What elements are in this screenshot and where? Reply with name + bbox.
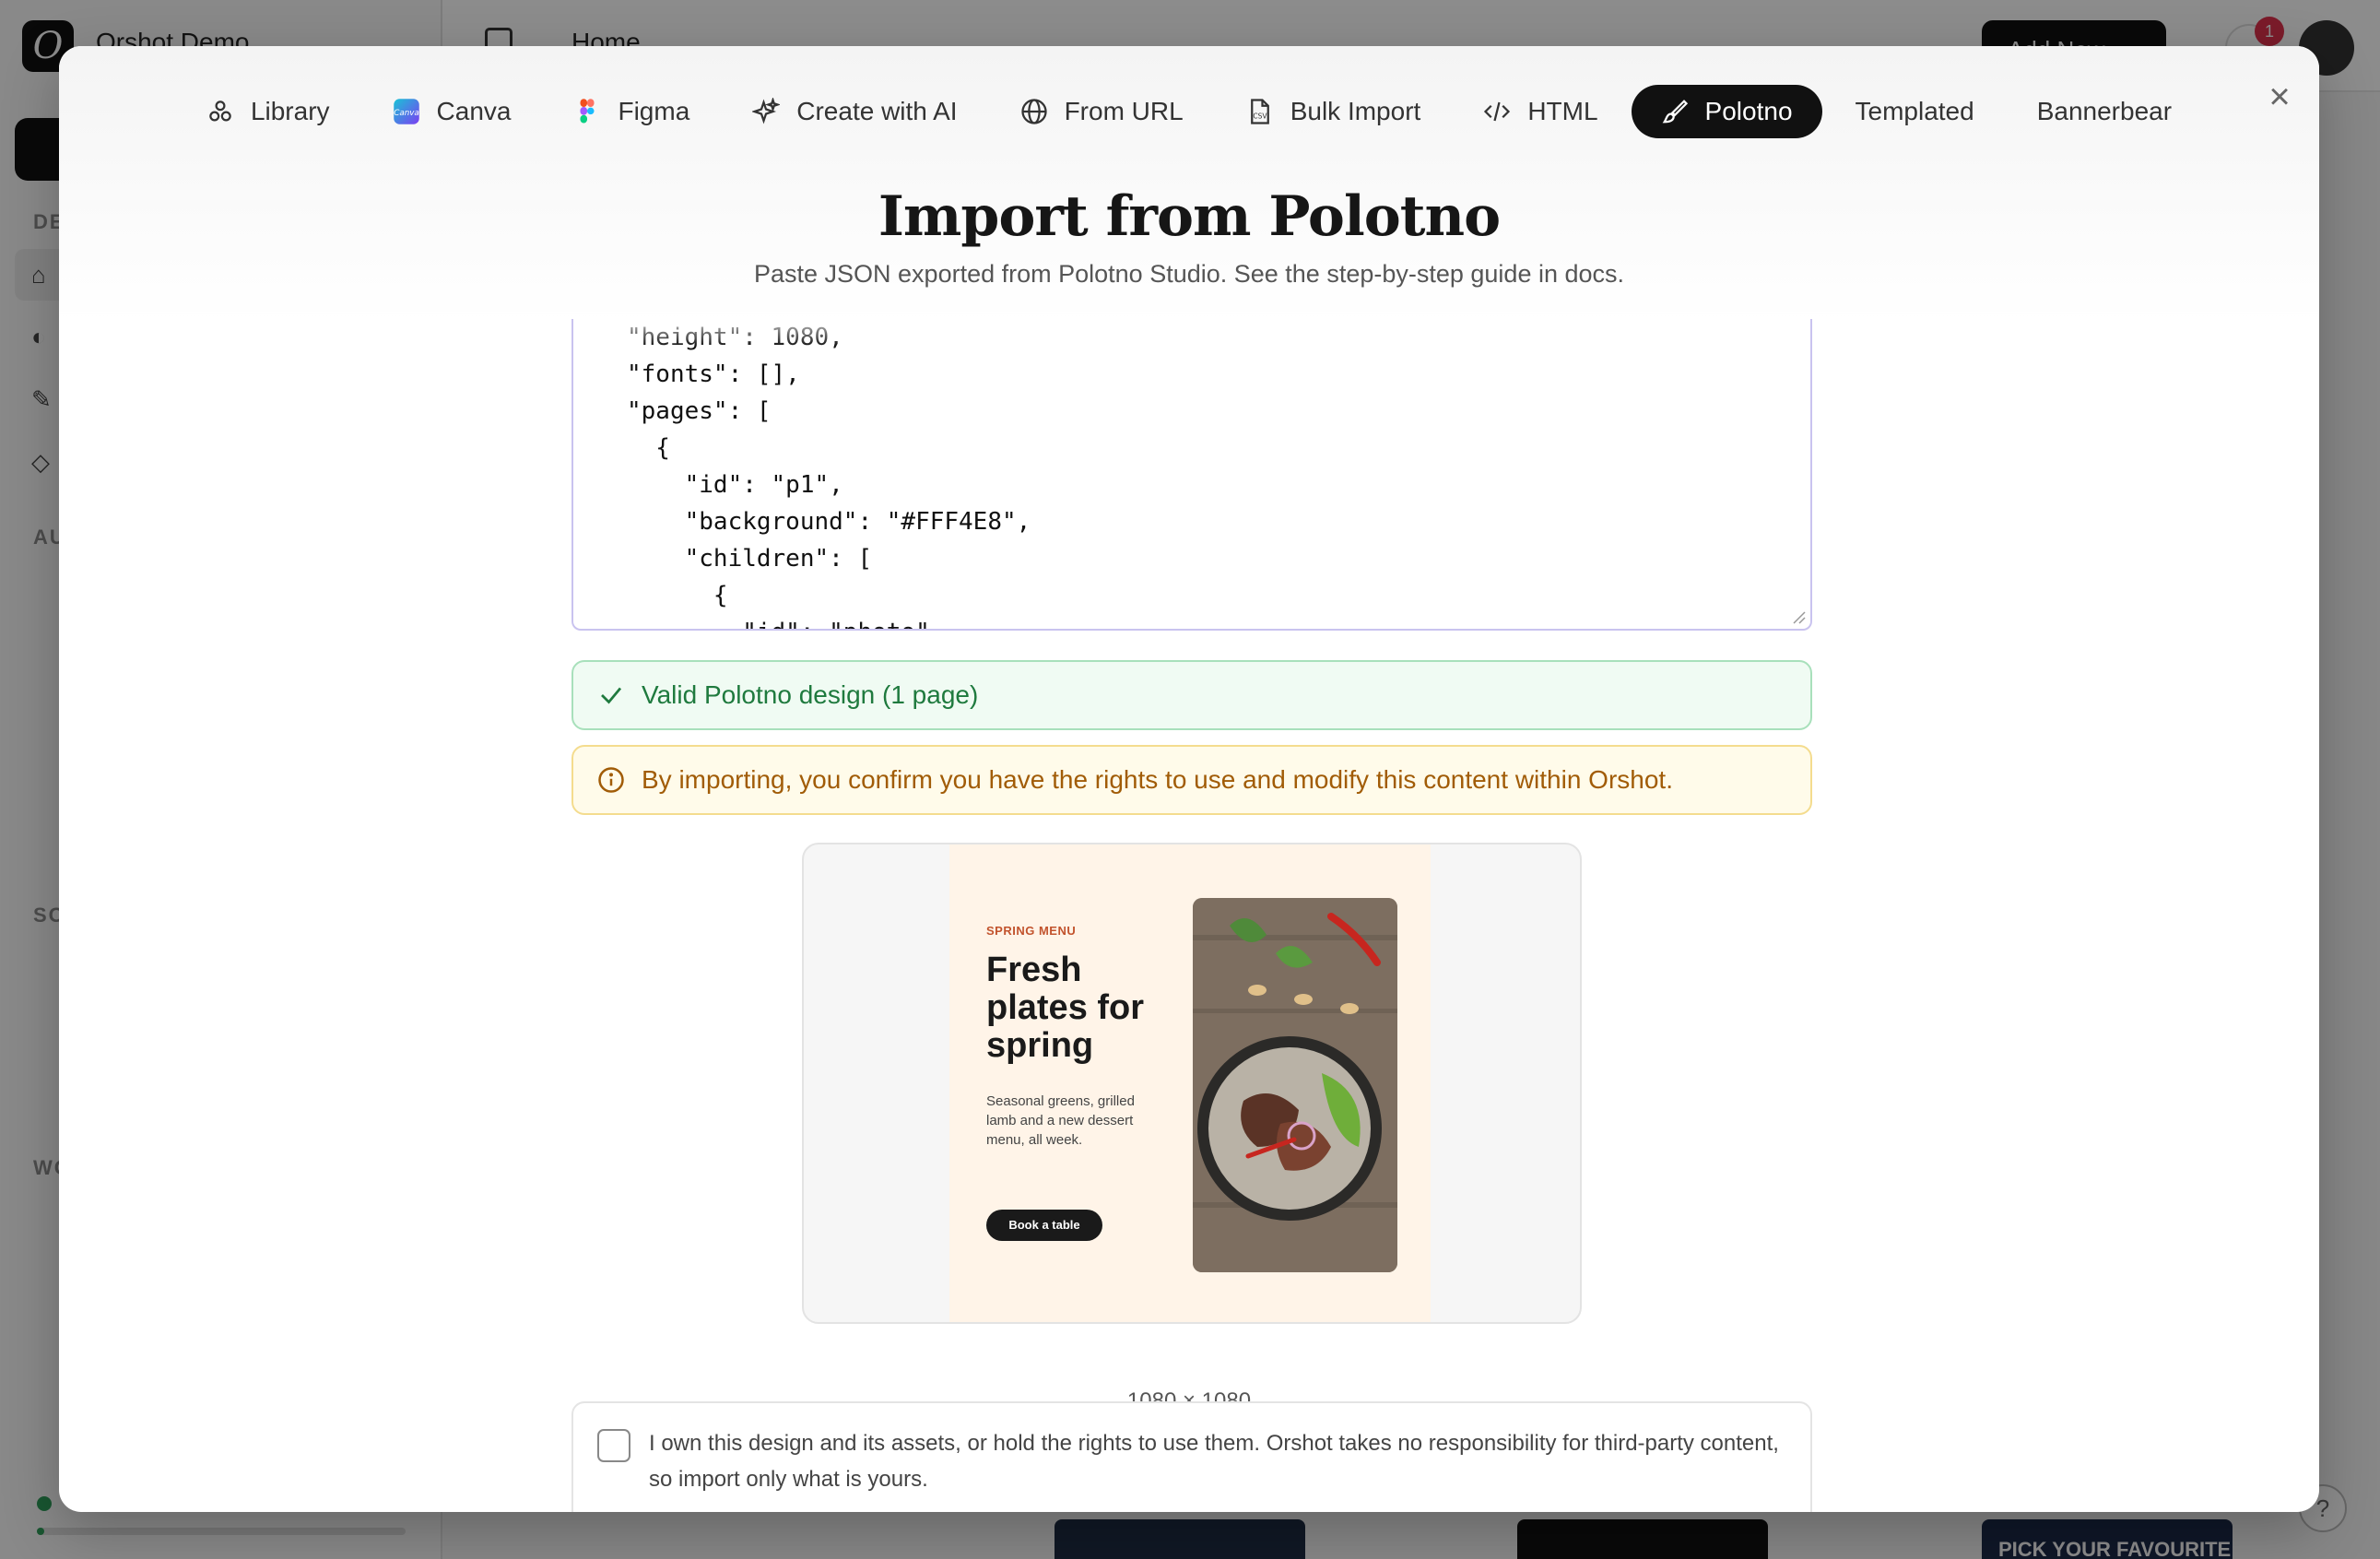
- design-canvas: SPRING MENU Fresh plates for spring Seas…: [949, 844, 1431, 1322]
- design-preview: SPRING MENU Fresh plates for spring Seas…: [802, 843, 1582, 1324]
- consent-label[interactable]: I own this design and its assets, or hol…: [649, 1425, 1783, 1497]
- tab-canva[interactable]: Canva Canva: [363, 85, 541, 138]
- tab-label: Create with AI: [796, 97, 958, 125]
- consent-checkbox[interactable]: [597, 1429, 630, 1462]
- sparkle-icon: [752, 98, 781, 125]
- info-icon: [598, 767, 624, 793]
- svg-text:Canva: Canva: [394, 109, 419, 118]
- design-eyebrow: SPRING MENU: [986, 924, 1077, 938]
- tab-library[interactable]: Library: [177, 85, 359, 138]
- json-content: "height": 1080, "fonts": [], "pages": [ …: [627, 324, 1031, 629]
- canva-icon: Canva: [393, 98, 420, 125]
- figma-icon: [573, 98, 601, 125]
- design-body-text: Seasonal greens, grilled lamb and a new …: [986, 1093, 1135, 1148]
- json-textarea[interactable]: "height": 1080, "fonts": [], "pages": [ …: [571, 319, 1812, 631]
- rights-notice-banner: By importing, you confirm you have the r…: [571, 745, 1812, 815]
- validation-message: Valid Polotno design (1 page): [642, 680, 979, 709]
- tab-label: Polotno: [1704, 97, 1793, 125]
- tab-html[interactable]: HTML: [1454, 85, 1627, 138]
- validation-success-banner: Valid Polotno design (1 page): [571, 660, 1812, 730]
- tab-label: Templated: [1855, 97, 1974, 125]
- food-photo: [1193, 898, 1397, 1272]
- tab-figma[interactable]: Figma: [544, 85, 719, 138]
- tab-templated[interactable]: Templated: [1826, 85, 2004, 138]
- check-icon: [601, 687, 622, 704]
- brush-icon: [1661, 98, 1689, 125]
- import-source-tabs: Library Canva Canva Figma Create with AI…: [59, 85, 2319, 138]
- library-icon: [206, 98, 234, 125]
- tab-label: Bannerbear: [2036, 97, 2173, 125]
- rights-message: By importing, you confirm you have the r…: [642, 765, 1673, 794]
- modal-title: Import from Polotno: [878, 184, 1501, 249]
- design-cta: Book a table: [986, 1210, 1102, 1241]
- tab-bannerbear[interactable]: Bannerbear: [2008, 85, 2201, 138]
- design-headline: Fresh plates for spring: [986, 951, 1145, 1065]
- modal-subtitle: Paste JSON exported from Polotno Studio.…: [753, 260, 1625, 288]
- tab-label: Figma: [618, 97, 690, 125]
- tab-label: Bulk Import: [1290, 97, 1421, 125]
- import-modal: × Library Canva Canva Figma Create with …: [59, 46, 2319, 1512]
- tab-label: Canva: [436, 97, 512, 125]
- tab-bulk-import[interactable]: CSV Bulk Import: [1217, 85, 1451, 138]
- globe-icon: [1020, 98, 1048, 125]
- tab-create-with-ai[interactable]: Create with AI: [723, 85, 986, 138]
- svg-text:CSV: CSV: [1253, 112, 1267, 121]
- csv-file-icon: CSV: [1246, 98, 1274, 125]
- rights-consent: I own this design and its assets, or hol…: [571, 1401, 1812, 1512]
- tab-label: HTML: [1527, 97, 1598, 125]
- tab-polotno[interactable]: Polotno: [1631, 85, 1822, 138]
- resize-handle-icon[interactable]: [1790, 608, 1807, 625]
- tab-from-url[interactable]: From URL: [991, 85, 1213, 138]
- tab-label: From URL: [1064, 97, 1184, 125]
- code-icon: [1483, 98, 1511, 125]
- tab-label: Library: [250, 97, 330, 125]
